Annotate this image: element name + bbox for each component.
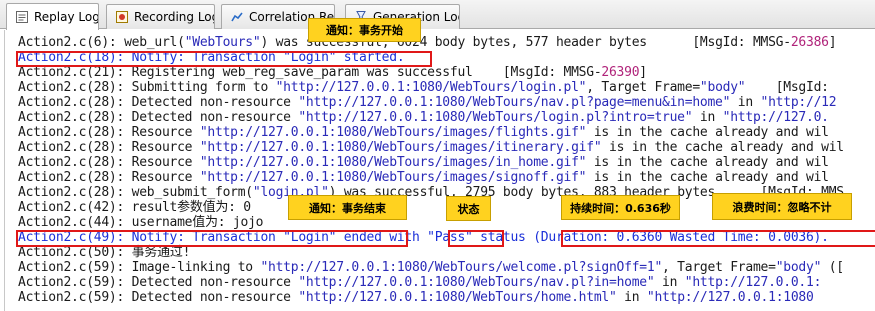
log-url: "http://127.0.0.1:1080/WebTours/nav.pl?i… — [298, 275, 655, 290]
replay-log-output[interactable]: Action2.c(6): web_url("WebTours") was su… — [4, 30, 875, 311]
log-line: Action2.c(28): Detected non-resource "ht… — [18, 110, 829, 125]
log-text: in — [616, 290, 647, 305]
log-text: Action2.c(50): 事务通过! — [18, 245, 191, 260]
log-url: "http://127.0.0.1:1080/WebTours/images/s… — [199, 170, 587, 185]
log-url: "http://127.0.0.1:1080/WebTours/login.pl… — [275, 80, 587, 95]
status-note: 状态 — [446, 196, 491, 221]
log-text: Action2.c(28): Submitting form to — [18, 80, 276, 95]
log-text: is in the cache already and wil — [586, 155, 829, 170]
log-text: , Target Frame= — [662, 260, 776, 275]
log-text: is in the cache already and wil — [586, 170, 829, 185]
log-text: Action2.c(59): Image-linking to — [18, 260, 261, 275]
log-text: [MsgId: — [745, 80, 829, 95]
log-text: Action2.c(42): result参数值为: 0 — [18, 200, 251, 215]
log-text: Action2.c(28): Resource — [18, 140, 200, 155]
status-highlight — [448, 230, 504, 247]
log-url: "http://127.0.0.1:1080/WebTours/images/f… — [199, 125, 587, 140]
log-text: ] — [639, 65, 647, 80]
tab-replay-log[interactable]: Replay Log — [6, 3, 99, 30]
replay-log-icon — [15, 10, 29, 24]
log-text: Action2.c(21): Registering web_reg_save_… — [18, 65, 602, 80]
wasted-note: 浪费时间：忽略不计 — [712, 193, 852, 220]
log-text: Action2.c(28): Resource — [18, 125, 200, 140]
log-line: Action2.c(28): Resource "http://127.0.0.… — [18, 170, 829, 185]
log-url: "body" — [775, 260, 822, 275]
tab-label: Replay Log — [34, 10, 99, 24]
log-msg-id: 26390 — [601, 65, 640, 80]
log-text: Action2.c(28): Resource — [18, 155, 200, 170]
log-text: Action2.c(28): Detected non-resource — [18, 95, 299, 110]
log-line: Action2.c(50): 事务通过! — [18, 245, 190, 260]
log-text: ([ — [821, 260, 844, 275]
log-line: Action2.c(59): Detected non-resource "ht… — [18, 290, 814, 305]
tab-label: Recording Log — [134, 10, 215, 24]
log-msg-id: 26386 — [790, 35, 829, 50]
log-url: "http://127.0.0.1: — [684, 275, 822, 290]
log-line: Action2.c(59): Image-linking to "http://… — [18, 260, 844, 275]
log-text: , Target Frame= — [586, 80, 700, 95]
log-url: "http://127.0.0.1:1080/WebTours/images/i… — [199, 140, 602, 155]
correlation-icon — [230, 10, 244, 24]
log-url: "WebTours" — [184, 35, 261, 50]
log-line: Action2.c(21): Registering web_reg_save_… — [18, 65, 647, 80]
log-text: Action2.c(59): Detected non-resource — [18, 290, 299, 305]
recording-log-icon — [115, 10, 129, 24]
log-text: Action2.c(59): Detected non-resource — [18, 275, 299, 290]
log-line: Action2.c(28): Detected non-resource "ht… — [18, 95, 837, 110]
log-line: Action2.c(28): Resource "http://127.0.0.… — [18, 140, 844, 155]
log-text: Action2.c(28): Resource — [18, 170, 200, 185]
log-text: in — [692, 110, 723, 125]
log-text: Action2.c(28): Detected non-resource — [18, 110, 299, 125]
duration-note: 持续时间：0.636秒 — [561, 195, 680, 220]
log-text: Action2.c(44): username值为: jojo — [18, 215, 264, 230]
transaction-start-highlight — [16, 51, 432, 67]
transaction-end-highlight — [16, 230, 408, 247]
log-line: Action2.c(44): username值为: jojo — [18, 215, 263, 230]
log-line: Action2.c(42): result参数值为: 0 — [18, 200, 251, 215]
log-line: Action2.c(6): web_url("WebTours") was su… — [18, 35, 837, 50]
log-text: is in the cache already and wil — [601, 140, 844, 155]
log-url: "http://127.0.0.1:1080/WebTours/nav.pl?p… — [298, 95, 731, 110]
log-line: Action2.c(28): Submitting form to "http:… — [18, 80, 829, 95]
log-line: Action2.c(28): Resource "http://127.0.0.… — [18, 155, 829, 170]
tab-bar: Replay Log Recording Log Correlation Res… — [0, 0, 875, 30]
log-text: Action2.c(28): web_submit_form( — [18, 185, 253, 200]
tab-recording-log[interactable]: Recording Log — [106, 4, 215, 29]
log-url: "body" — [699, 80, 746, 95]
log-url: "http://127.0.0.1:1080/WebTours/home.htm… — [298, 290, 617, 305]
log-url: "http://127.0.0.1:1080/WebTours/welcome.… — [260, 260, 663, 275]
log-url: "http://127.0.0.1:1080/WebTours/images/i… — [199, 155, 587, 170]
log-line: Action2.c(59): Detected non-resource "ht… — [18, 275, 821, 290]
duration-highlight — [561, 230, 875, 247]
log-text: in — [654, 275, 685, 290]
log-url: "http://127.0. — [722, 110, 829, 125]
log-url: "http://12 — [760, 95, 837, 110]
log-text: in — [730, 95, 761, 110]
log-text: Action2.c(6): web_url( — [18, 35, 185, 50]
start-note: 通知：事务开始 — [308, 18, 421, 42]
log-line: Action2.c(28): Resource "http://127.0.0.… — [18, 125, 829, 140]
log-text: ] — [828, 35, 837, 50]
log-text: is in the cache already and wil — [586, 125, 829, 140]
end-note: 通知：事务结束 — [288, 195, 407, 220]
log-url: "http://127.0.0.1:1080 — [646, 290, 814, 305]
log-url: "http://127.0.0.1:1080/WebTours/login.pl… — [298, 110, 693, 125]
